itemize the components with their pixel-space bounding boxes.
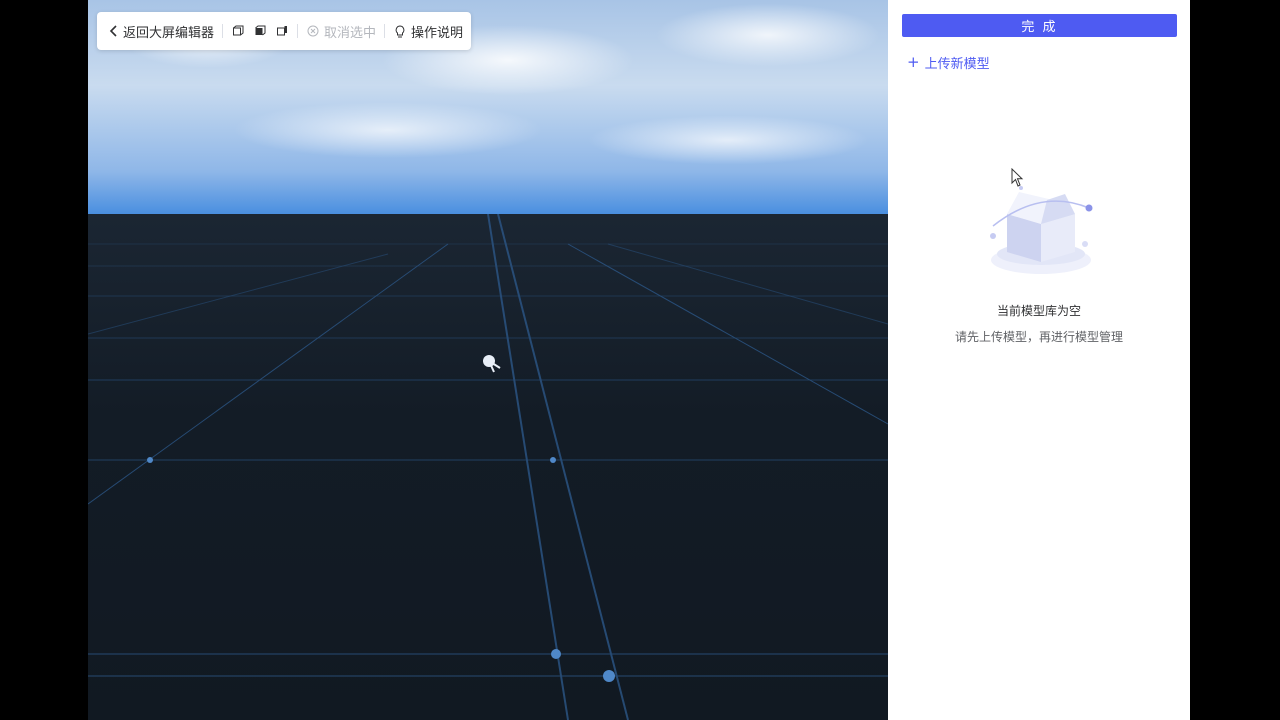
divider [222,24,224,38]
deselect-icon [306,24,320,38]
mouse-cursor-icon [1011,168,1024,187]
empty-description: 请先上传模型，再进行模型管理 [954,330,1123,344]
transform-gizmo-icon[interactable] [480,352,502,374]
done-button[interactable]: 完 成 [902,14,1177,37]
upload-label: 上传新模型 [924,57,990,72]
deselect-label: 取消选中 [324,25,377,41]
deselect-button[interactable]: 取消选中 [306,22,376,41]
cube-side-icon [275,24,289,38]
empty-box-illustration [990,186,1093,274]
divider [384,24,386,38]
view-mode-button-1[interactable] [231,24,245,38]
lightbulb-icon [393,24,407,38]
ground-grid [88,214,888,720]
model-library-panel: 完 成 + 上传新模型 当前模型库为空 请先上传模型，再进行模型管理 [888,0,1190,720]
view-mode-button-3[interactable] [275,24,289,38]
view-mode-button-2[interactable] [253,24,267,38]
cube-outline-icon [231,24,245,38]
divider [297,24,299,38]
back-to-editor-button[interactable]: 返回大屏编辑器 [107,22,214,41]
help-button[interactable]: 操作说明 [393,22,463,41]
viewport-toolbar: 返回大屏编辑器 取消选中 操作说明 [97,12,471,50]
help-label: 操作说明 [411,25,464,41]
chevron-left-icon [107,24,121,38]
3d-viewport[interactable] [88,0,888,720]
cube-solid-icon [253,24,267,38]
plus-icon: + [907,53,920,71]
upload-model-button[interactable]: + 上传新模型 [907,53,990,73]
empty-title: 当前模型库为空 [996,304,1081,318]
back-label: 返回大屏编辑器 [123,25,215,41]
